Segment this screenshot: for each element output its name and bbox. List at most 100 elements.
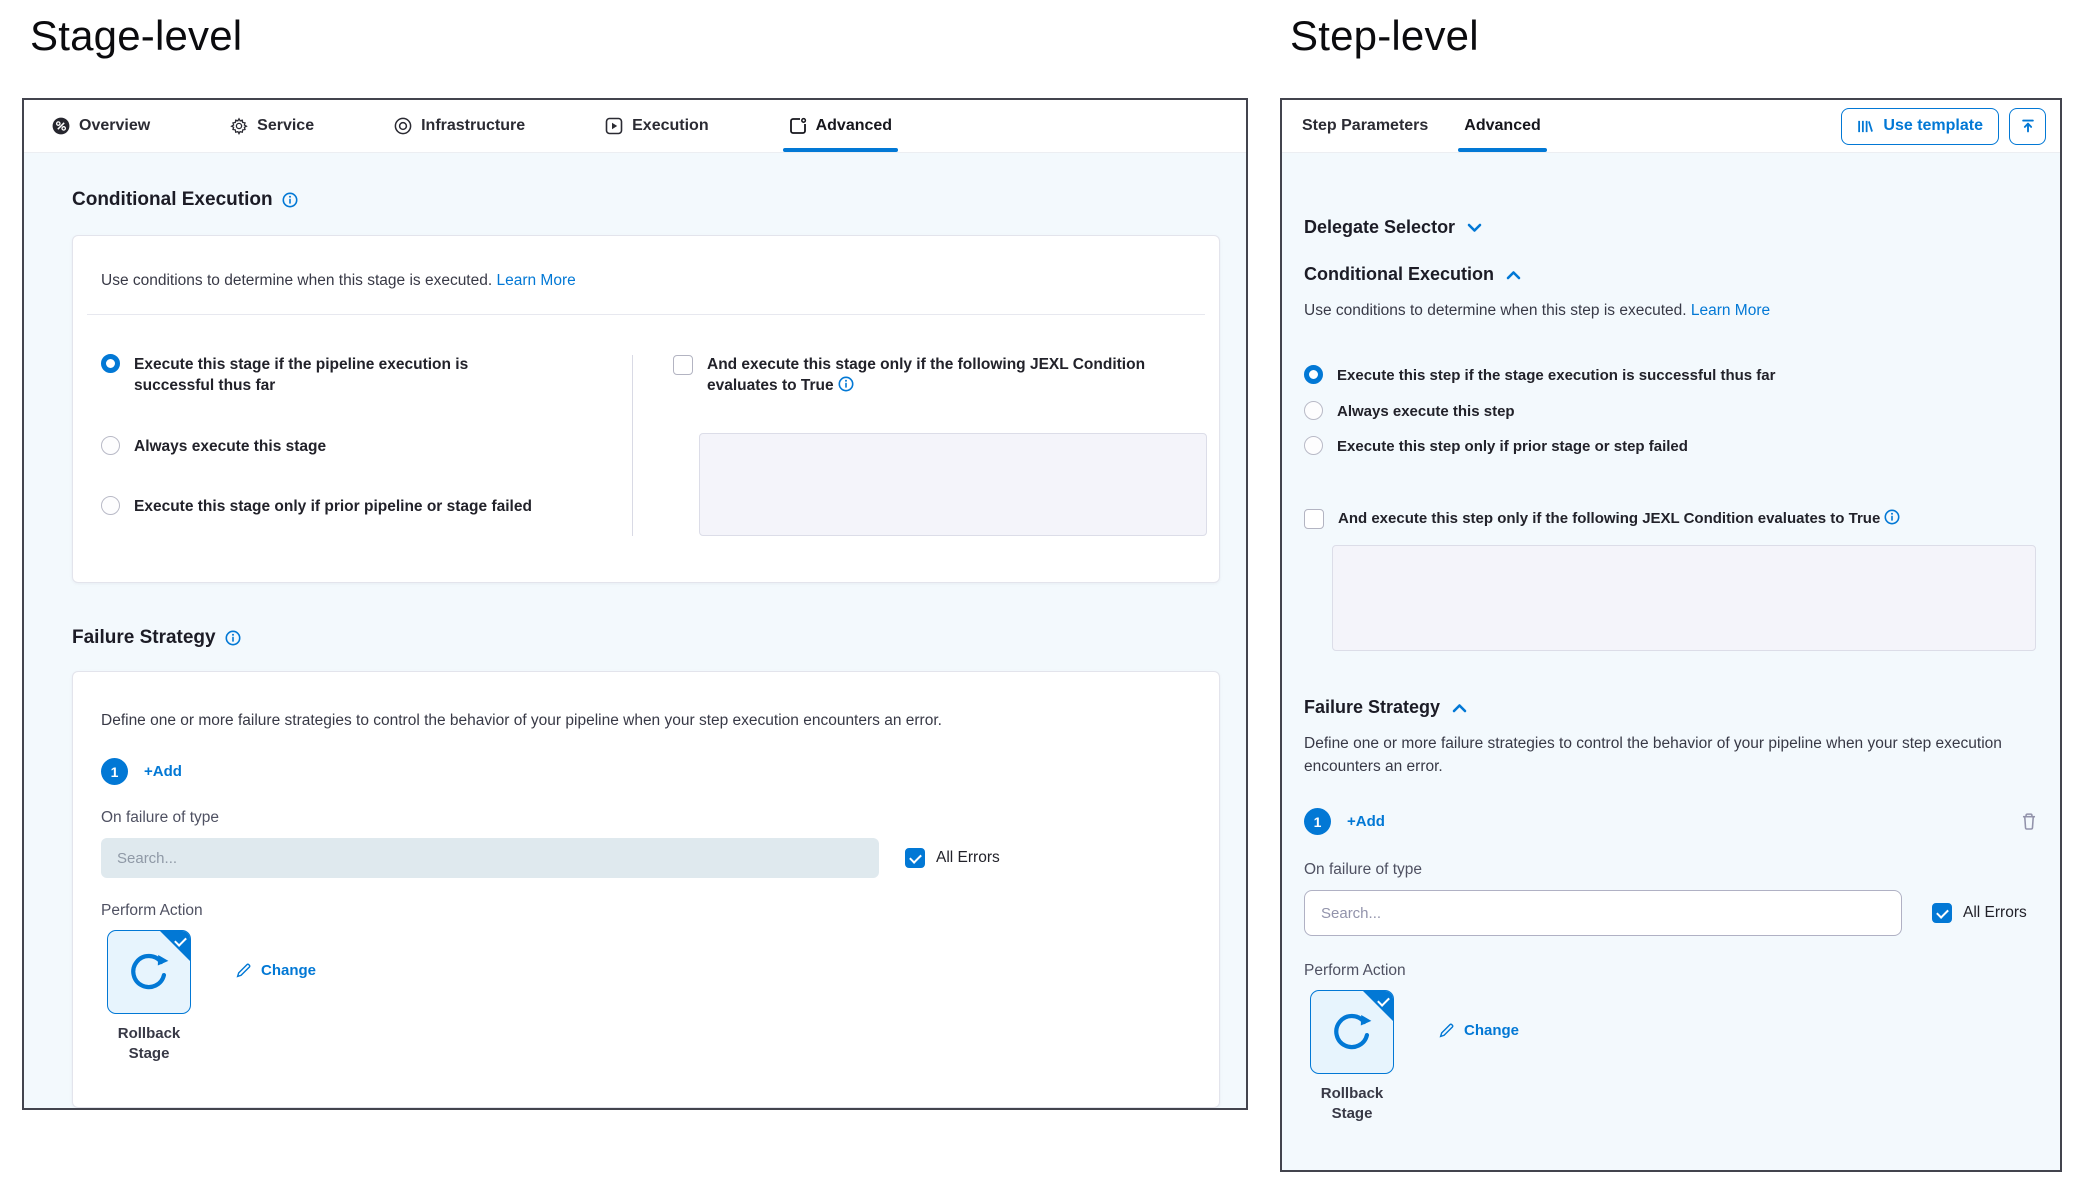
stage-failure-strategy-title: Failure Strategy <box>72 627 1246 649</box>
upgrade-template-button[interactable] <box>2009 108 2046 145</box>
radio-option-label: Execute this step if the stage execution… <box>1337 366 1775 386</box>
radio-option-label: Execute this stage if the pipeline execu… <box>134 355 484 397</box>
screenshot-canvas: Stage-level Step-level Overview Service <box>0 0 2087 1189</box>
radio-option-label: Execute this step only if prior stage or… <box>1337 437 1688 457</box>
step-jexl-checkbox-row[interactable]: And execute this step only if the follow… <box>1304 509 2038 529</box>
step-tabbar: Step Parameters Advanced Use template <box>1282 100 2060 153</box>
info-icon[interactable] <box>282 192 298 208</box>
learn-more-link[interactable]: Learn More <box>1691 302 1770 319</box>
stage-conditional-execution-card: Use conditions to determine when this st… <box>72 235 1220 583</box>
strategy-count-badge[interactable]: 1 <box>101 758 128 785</box>
jexl-checkbox[interactable] <box>673 355 693 375</box>
tab-step-parameters[interactable]: Step Parameters <box>1302 100 1428 152</box>
step-failure-strategy-header[interactable]: Failure Strategy <box>1304 697 2038 718</box>
on-failure-of-type-label: On failure of type <box>1304 861 2038 879</box>
all-errors-label: All Errors <box>1963 904 2027 922</box>
radio-icon <box>1304 401 1323 420</box>
all-errors-checkbox-row[interactable]: All Errors <box>1932 903 2027 923</box>
selected-action-name: Rollback Stage <box>101 1024 197 1063</box>
perform-action-label: Perform Action <box>101 902 1191 920</box>
step-failure-strategy-title: Failure Strategy <box>1304 697 1440 718</box>
template-library-icon <box>1857 119 1874 134</box>
delegate-selector-header[interactable]: Delegate Selector <box>1304 217 2038 238</box>
rollback-stage-action-tile[interactable] <box>1310 990 1394 1074</box>
stage-conditional-execution-title: Conditional Execution <box>72 189 1246 211</box>
failure-type-search-input[interactable] <box>101 838 879 878</box>
step-jexl-condition-input[interactable] <box>1332 545 2036 651</box>
stage-advanced-panel: Overview Service Infrastructure Executio… <box>22 98 1248 1110</box>
tab-infrastructure[interactable]: Infrastructure <box>394 100 525 152</box>
radio-option-failed[interactable]: Execute this step only if prior stage or… <box>1304 437 2038 457</box>
radio-icon <box>1304 436 1323 455</box>
info-icon[interactable] <box>225 630 241 646</box>
jexl-label: And execute this stage only if the follo… <box>707 355 1147 397</box>
stage-panel-body: Conditional Execution Use conditions to … <box>24 153 1246 1108</box>
use-template-button[interactable]: Use template <box>1841 108 1999 145</box>
advanced-icon <box>789 117 807 135</box>
add-strategy-button[interactable]: +Add <box>1347 813 1385 830</box>
tab-service[interactable]: Service <box>230 100 314 152</box>
jexl-label: And execute this step only if the follow… <box>1338 509 1900 529</box>
strategy-count-badge[interactable]: 1 <box>1304 808 1331 835</box>
rollback-stage-action-tile[interactable] <box>107 930 191 1014</box>
selected-corner-badge <box>160 931 190 961</box>
overview-icon <box>52 117 70 135</box>
execution-play-icon <box>605 117 623 135</box>
all-errors-checkbox[interactable] <box>905 848 925 868</box>
step-conditional-execution-title: Conditional Execution <box>1304 264 1494 285</box>
step-condition-radio-group: Execute this step if the stage execution… <box>1304 366 2038 457</box>
perform-action-label: Perform Action <box>1304 962 2038 980</box>
radio-option-always[interactable]: Always execute this stage <box>101 437 632 458</box>
tab-step-advanced[interactable]: Advanced <box>1464 100 1540 152</box>
change-action-link[interactable]: Change <box>235 962 316 979</box>
change-label: Change <box>261 962 316 979</box>
radio-option-label: Execute this stage only if prior pipelin… <box>134 497 532 518</box>
step-advanced-panel: Step Parameters Advanced Use template De… <box>1280 98 2062 1172</box>
stage-failure-strategy-description: Define one or more failure strategies to… <box>73 672 1219 732</box>
stage-jexl-condition-input[interactable] <box>699 433 1207 536</box>
step-level-heading: Step-level <box>1290 12 1479 60</box>
add-strategy-button[interactable]: +Add <box>144 763 182 780</box>
service-gear-icon <box>230 117 248 135</box>
chevron-up-icon <box>1506 270 1521 280</box>
radio-icon <box>1304 365 1323 384</box>
tab-advanced[interactable]: Advanced <box>789 100 892 152</box>
all-errors-checkbox[interactable] <box>1932 903 1952 923</box>
failure-type-search-input[interactable] <box>1304 890 1902 936</box>
tab-overview[interactable]: Overview <box>52 100 150 152</box>
change-action-link[interactable]: Change <box>1438 1022 1519 1039</box>
all-errors-label: All Errors <box>936 849 1000 867</box>
radio-icon <box>101 496 120 515</box>
info-icon[interactable] <box>838 376 854 392</box>
tab-execution[interactable]: Execution <box>605 100 708 152</box>
delete-strategy-icon[interactable] <box>2020 812 2038 831</box>
tab-step-parameters-label: Step Parameters <box>1302 117 1428 135</box>
learn-more-link[interactable]: Learn More <box>496 272 575 289</box>
delegate-selector-title: Delegate Selector <box>1304 217 1455 238</box>
jexl-label-text: And execute this stage only if the follo… <box>707 356 1145 394</box>
radio-option-success[interactable]: Execute this step if the stage execution… <box>1304 366 2038 386</box>
stage-condition-radio-group: Execute this stage if the pipeline execu… <box>73 355 632 536</box>
pencil-icon <box>235 962 252 979</box>
radio-option-failed[interactable]: Execute this stage only if prior pipelin… <box>101 497 632 518</box>
radio-icon <box>101 436 120 455</box>
info-icon[interactable] <box>1884 509 1900 525</box>
tab-execution-label: Execution <box>632 117 708 135</box>
stage-failure-strategy-title-text: Failure Strategy <box>72 627 216 649</box>
selected-corner-badge <box>1363 991 1393 1021</box>
tab-overview-label: Overview <box>79 117 150 135</box>
stage-conditional-execution-title-text: Conditional Execution <box>72 189 273 211</box>
stage-jexl-checkbox-row[interactable]: And execute this stage only if the follo… <box>673 355 1219 397</box>
tab-infrastructure-label: Infrastructure <box>421 117 525 135</box>
radio-option-label: Always execute this step <box>1337 402 1515 422</box>
step-conditional-execution-description: Use conditions to determine when this st… <box>1304 300 2034 322</box>
jexl-checkbox[interactable] <box>1304 509 1324 529</box>
step-failure-strategy-description: Define one or more failure strategies to… <box>1304 733 2034 778</box>
radio-option-success[interactable]: Execute this stage if the pipeline execu… <box>101 355 632 397</box>
radio-option-always[interactable]: Always execute this step <box>1304 402 2038 422</box>
radio-icon <box>101 354 120 373</box>
step-conditional-execution-header[interactable]: Conditional Execution <box>1304 264 2038 285</box>
tab-service-label: Service <box>257 117 314 135</box>
upload-arrow-icon <box>2020 118 2036 134</box>
all-errors-checkbox-row[interactable]: All Errors <box>905 848 1000 868</box>
